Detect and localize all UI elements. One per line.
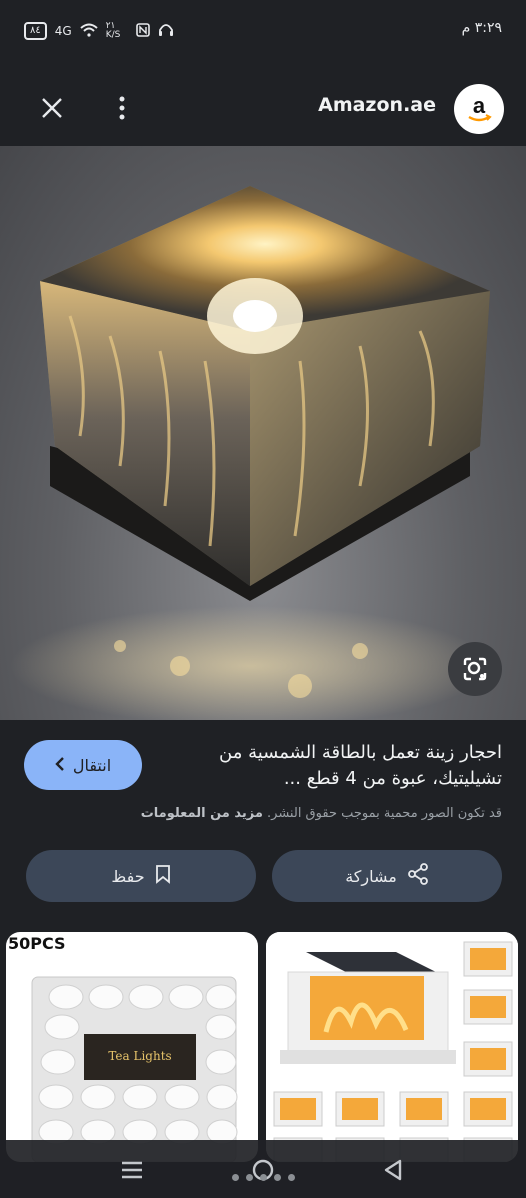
viewer-topbar: Amazon.ae a bbox=[0, 64, 526, 146]
status-bar: ٨٤ 4G ٢١ K/S ٣:٢٩ م bbox=[0, 0, 526, 64]
pager-dot bbox=[260, 1174, 267, 1181]
pager-dots bbox=[232, 1174, 295, 1181]
pager-dot bbox=[232, 1174, 239, 1181]
main-image[interactable] bbox=[0, 146, 526, 720]
pager-dot bbox=[246, 1174, 253, 1181]
chevron-left-icon bbox=[55, 756, 65, 775]
share-label: مشاركة bbox=[345, 866, 397, 886]
bookmark-icon bbox=[155, 864, 171, 888]
back-triangle-icon bbox=[384, 1159, 402, 1181]
headphones-icon bbox=[158, 23, 174, 40]
home-button[interactable] bbox=[243, 1154, 283, 1186]
tea-lights-image: Tea Lights bbox=[31, 976, 238, 1162]
solar-ice-cube-light-image bbox=[10, 186, 490, 720]
status-time: ٣:٢٩ م bbox=[461, 20, 502, 36]
share-icon bbox=[407, 863, 429, 889]
more-vert-icon bbox=[119, 96, 125, 120]
close-button[interactable] bbox=[34, 90, 70, 126]
close-icon bbox=[42, 98, 62, 118]
logo-letter: a bbox=[473, 93, 486, 118]
pager-dot bbox=[288, 1174, 295, 1181]
related-image-tea-lights[interactable]: 50PCS Tea Lights bbox=[6, 932, 258, 1162]
lens-search-button[interactable] bbox=[448, 642, 502, 696]
pager-dot bbox=[274, 1174, 281, 1181]
nfc-icon bbox=[135, 22, 150, 40]
wifi-icon bbox=[80, 23, 98, 40]
battery-indicator: ٨٤ bbox=[24, 22, 47, 40]
site-name[interactable]: Amazon.ae bbox=[318, 94, 436, 116]
lens-icon bbox=[463, 657, 487, 681]
more-info-link[interactable]: مزيد من المعلومات bbox=[141, 806, 263, 821]
menu-lines-icon bbox=[122, 1161, 142, 1179]
related-image-solar-lights[interactable] bbox=[266, 932, 518, 1162]
back-button[interactable] bbox=[373, 1154, 413, 1186]
status-icons: ٨٤ 4G ٢١ K/S bbox=[24, 22, 174, 40]
share-button[interactable]: مشاركة bbox=[272, 850, 502, 902]
more-options-button[interactable] bbox=[106, 90, 138, 126]
recent-apps-button[interactable] bbox=[112, 1154, 152, 1186]
system-nav-bar bbox=[0, 1140, 526, 1198]
visit-label: انتقال bbox=[72, 755, 112, 775]
tea-lights-label: Tea Lights bbox=[108, 1049, 171, 1063]
visit-button[interactable]: انتقال bbox=[24, 740, 142, 790]
result-info-panel: انتقال احجار زينة تعمل بالطاقة الشمسية م… bbox=[0, 720, 526, 930]
save-label: حفظ bbox=[111, 866, 145, 886]
save-button[interactable]: حفظ bbox=[26, 850, 256, 902]
copyright-notice: قد تكون الصور محمية بموجب حقوق النشر. مز… bbox=[141, 806, 502, 821]
speed-indicator: ٢١ K/S bbox=[105, 21, 121, 40]
solar-deck-lights-image bbox=[266, 932, 518, 1162]
result-title[interactable]: احجار زينة تعمل بالطاقة الشمسية من تشيلي… bbox=[162, 740, 502, 792]
amazon-logo-icon[interactable]: a bbox=[454, 84, 504, 134]
thumb-caption: 50PCS bbox=[8, 934, 66, 953]
network-type: 4G bbox=[54, 24, 72, 38]
copyright-text: قد تكون الصور محمية بموجب حقوق النشر. bbox=[267, 806, 502, 821]
